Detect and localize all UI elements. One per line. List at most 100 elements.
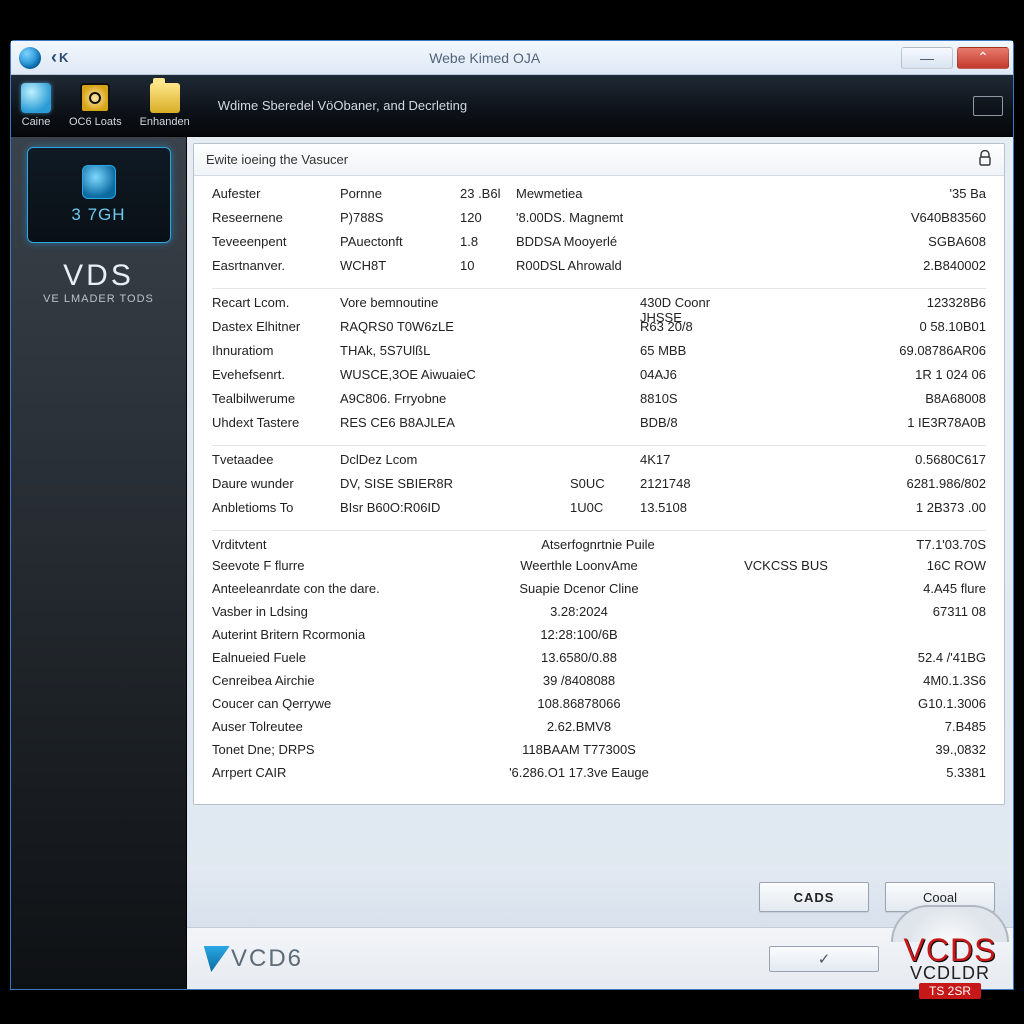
cell-label: Evehefsenrt. bbox=[212, 367, 340, 382]
value-block-a: AufesterPornne23 .B6lMewmetiea'35 BaRese… bbox=[212, 186, 986, 282]
cell-code: DV, SISE SBIER8R bbox=[340, 476, 570, 491]
value-block-d-header: Vrditvtent Atserfognrtnie Puile T7.1'03.… bbox=[212, 530, 986, 554]
display-mode-icon[interactable] bbox=[973, 96, 1003, 116]
cell-mid: 108.86878066 bbox=[452, 696, 706, 711]
cell-label: Dastex Elhitner bbox=[212, 319, 340, 334]
app-icon bbox=[19, 47, 41, 69]
cell-val: 2.B840002 bbox=[856, 258, 986, 273]
titlebar: ‹ K Webe Kimed OJA — ⌃ bbox=[11, 41, 1013, 75]
cell-label: Ealnueied Fuele bbox=[212, 650, 452, 665]
close-caret-icon: ⌃ bbox=[977, 49, 989, 66]
close-button[interactable]: ⌃ bbox=[957, 47, 1009, 69]
table-row: Recart Lcom.Vore bemnoutine430D Coonr JH… bbox=[212, 295, 986, 319]
cell-code: P)788S bbox=[340, 210, 460, 225]
cell-label: Anteeleanrdate con the dare. bbox=[212, 581, 452, 596]
cell-label: Tvetaadee bbox=[212, 452, 340, 467]
toolbar-label: OC6 Loats bbox=[69, 116, 122, 128]
table-row: Coucer can Qerrywe108.86878066G10.1.3006 bbox=[212, 696, 986, 719]
cell-label: Auterint Britern Rcormonia bbox=[212, 627, 452, 642]
chip-label: 3 7GH bbox=[71, 205, 125, 225]
cell-val: 7.B485 bbox=[866, 719, 986, 734]
cell-num: 4K17 bbox=[640, 452, 720, 467]
table-row: Uhdext TastereRES CE6 B8AJLEABDB/81 IE3R… bbox=[212, 415, 986, 439]
table-row: Evehefsenrt.WUSCE,3OE AiwuaieC04AJ61R 1 … bbox=[212, 367, 986, 391]
cell-mid: '6.286.O1 17.3ve Eauge bbox=[452, 765, 706, 780]
cell-code: PAuectonft bbox=[340, 234, 460, 249]
globe-icon bbox=[21, 83, 51, 113]
table-row: Seevote F flurreWeerthle LoonvAmeVCKCSS … bbox=[212, 558, 986, 581]
cell-mid: 3.28:2024 bbox=[452, 604, 706, 619]
cell-mid: Weerthle LoonvAme bbox=[452, 558, 706, 573]
cell-num: 8810S bbox=[640, 391, 720, 406]
confirm-button[interactable]: ✓ bbox=[769, 946, 879, 972]
cell-label: Reseernene bbox=[212, 210, 340, 225]
toolbar-item-ccloats[interactable]: OC6 Loats bbox=[69, 83, 122, 128]
cell-num: 1.8 bbox=[460, 234, 516, 249]
table-row: Auterint Britern Rcormonia12:28:100/6B bbox=[212, 627, 986, 650]
action-row: CADS Cooal bbox=[187, 867, 1013, 927]
lock-icon[interactable] bbox=[978, 150, 992, 169]
cancel-button[interactable]: Cooal bbox=[885, 882, 995, 912]
panel-header: Ewite ioeing the Vasucer bbox=[194, 144, 1004, 176]
folder-icon bbox=[150, 83, 180, 113]
footer-brand: VCD6 bbox=[201, 945, 303, 973]
cell-num: R63 20/8 bbox=[640, 319, 720, 334]
primary-button[interactable]: CADS bbox=[759, 882, 869, 912]
cell-num: 10 bbox=[460, 258, 516, 273]
window-controls: — ⌃ bbox=[901, 47, 1009, 69]
minimize-button[interactable]: — bbox=[901, 47, 953, 69]
cell-mid: 12:28:100/6B bbox=[452, 627, 706, 642]
device-chip[interactable]: 3 7GH bbox=[27, 147, 171, 243]
cell-code: A9C806. Frryobne bbox=[340, 391, 570, 406]
footer-brand-icon bbox=[198, 946, 230, 972]
cell-val: 5.3381 bbox=[866, 765, 986, 780]
table-row: Vasber in Ldsing3.28:202467311 08 bbox=[212, 604, 986, 627]
table-row: TvetaadeeDclDez Lcom4K170.5680C617 bbox=[212, 452, 986, 476]
cell-val: 16C ROW bbox=[866, 558, 986, 573]
cell-num: 65 MBB bbox=[640, 343, 720, 358]
cell-val: 69.08786AR06 bbox=[856, 343, 986, 358]
cell-label: Vrditvtent bbox=[212, 537, 340, 552]
cell-mid: 118BAAM T77300S bbox=[452, 742, 706, 757]
panel-title: Ewite ioeing the Vasucer bbox=[206, 152, 348, 167]
cell-mid: Suapie Dcenor Cline bbox=[452, 581, 706, 596]
cell-label: Tealbilwerume bbox=[212, 391, 340, 406]
cell-label: Auser Tolreutee bbox=[212, 719, 452, 734]
table-row: Dastex ElhitnerRAQRS0 T0W6zLER63 20/80 5… bbox=[212, 319, 986, 343]
value-block-b: Recart Lcom.Vore bemnoutine430D Coonr JH… bbox=[212, 288, 986, 439]
data-panel: Ewite ioeing the Vasucer AufesterPornne2… bbox=[193, 143, 1005, 805]
cell-label: Tonet Dne; DRPS bbox=[212, 742, 452, 757]
target-icon bbox=[80, 83, 110, 113]
back-button[interactable]: ‹ K bbox=[51, 47, 68, 68]
cell-desc: BDDSA Mooyerlé bbox=[516, 234, 856, 249]
cell-mid: S0UC bbox=[570, 476, 640, 491]
cell-label: Ihnuratiom bbox=[212, 343, 340, 358]
cell-num: 13.5108 bbox=[640, 500, 720, 515]
cell-val: 1 2B373 .00 bbox=[856, 500, 986, 515]
table-row: Anbletioms ToBIsr B60O:R06ID1U0C13.51081… bbox=[212, 500, 986, 524]
cell-desc: Atserfognrtnie Puile bbox=[340, 537, 856, 552]
table-row: ReseerneneP)788S120'8.00DS. MagnemtV640B… bbox=[212, 210, 986, 234]
toolbar-item-enhander[interactable]: Enhanden bbox=[140, 83, 190, 128]
chevron-left-icon: ‹ bbox=[51, 47, 57, 68]
table-row: AufesterPornne23 .B6lMewmetiea'35 Ba bbox=[212, 186, 986, 210]
panel-body: AufesterPornne23 .B6lMewmetiea'35 BaRese… bbox=[194, 176, 1004, 804]
table-row: Cenreibea Airchie39 /84080884M0.1.3S6 bbox=[212, 673, 986, 696]
cell-desc: R00DSL Ahrowald bbox=[516, 258, 856, 273]
toolbar-tabstrip[interactable]: Wdime Sberedel VöObaner, and Decrleting bbox=[218, 98, 467, 113]
cell-label: Aufester bbox=[212, 186, 340, 201]
cell-code: DclDez Lcom bbox=[340, 452, 570, 467]
cell-val: 67311 08 bbox=[866, 604, 986, 619]
cell-extra: VCKCSS BUS bbox=[706, 558, 866, 573]
toolbar-item-caine[interactable]: Caine bbox=[21, 83, 51, 128]
window-title: Webe Kimed OJA bbox=[68, 50, 901, 66]
cell-code: WCH8T bbox=[340, 258, 460, 273]
cell-val: 123328B6 bbox=[856, 295, 986, 310]
cell-num: 23 .B6l bbox=[460, 186, 516, 201]
cell-val: 0 58.10B01 bbox=[856, 319, 986, 334]
cell-num: BDB/8 bbox=[640, 415, 720, 430]
cell-val: G10.1.3006 bbox=[866, 696, 986, 711]
cell-val: 1R 1 024 06 bbox=[856, 367, 986, 382]
cell-val: SGBA608 bbox=[856, 234, 986, 249]
cell-val: T7.1'03.70S bbox=[856, 537, 986, 552]
